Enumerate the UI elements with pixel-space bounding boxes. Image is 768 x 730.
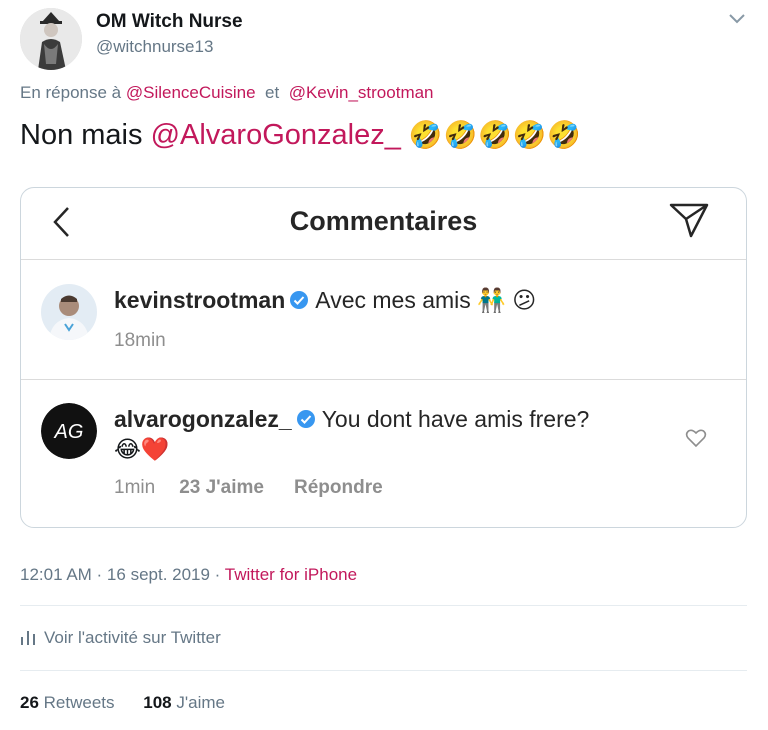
comment-item: kevinstrootman Avec mes amis 👬 😕 18min (21, 260, 746, 380)
tweet-mention[interactable]: @AlvaroGonzalez_ (151, 119, 401, 151)
reply-connector: et (265, 83, 280, 102)
retweets-label: Retweets (43, 693, 115, 712)
bar-chart-icon (21, 631, 35, 645)
tweet-emojis: 🤣🤣🤣🤣🤣 (408, 120, 582, 150)
comment-body: kevinstrootman Avec mes amis 👬 😕 (114, 287, 536, 314)
avatar-monogram: AG (54, 421, 84, 443)
commenter-avatar: AG (41, 403, 97, 459)
comments-header: Commentaires (21, 188, 746, 260)
reply-mention-silencecuisine[interactable]: @SilenceCuisine (126, 83, 256, 102)
likes-count: 108 (143, 693, 172, 712)
comment-username: alvarogonzalez_ (114, 406, 292, 432)
comment-item: AG alvarogonzalez_ You dont have amis fr… (21, 380, 746, 527)
activity-label: Voir l'activité sur Twitter (44, 628, 221, 647)
comment-reply-link: Répondre (294, 477, 383, 498)
comment-text: You dont have amis frere? (321, 406, 590, 432)
retweets-count: 26 (20, 693, 39, 712)
tweet: OM Witch Nurse @witchnurse13 En réponse … (0, 0, 768, 730)
comment-time: 18min (114, 330, 166, 351)
comment-meta: 18min (114, 330, 166, 352)
reply-prefix: En réponse à (20, 83, 122, 102)
retweets-stat[interactable]: 26 Retweets (20, 693, 115, 712)
tweet-source[interactable]: Twitter for iPhone (225, 565, 357, 584)
comment-time: 1min (114, 477, 156, 498)
timestamp-text[interactable]: 12:01 AM · 16 sept. 2019 · (20, 565, 220, 584)
author-handle[interactable]: @witchnurse13 (96, 37, 213, 57)
view-activity-link[interactable]: Voir l'activité sur Twitter (20, 628, 221, 648)
chevron-down-icon[interactable] (727, 12, 747, 26)
author-name[interactable]: OM Witch Nurse (96, 11, 243, 33)
comment-body: alvarogonzalez_ You dont have amis frere… (114, 406, 589, 433)
divider (20, 670, 747, 671)
comment-username: kevinstrootman (114, 287, 286, 313)
divider (20, 605, 747, 606)
send-icon (669, 203, 709, 238)
heart-icon (685, 429, 707, 448)
comment-likes: 23 J'aime (179, 477, 264, 498)
embedded-screenshot-card[interactable]: Commentaires kevinstrootman Avec mes ami… (20, 187, 747, 528)
comment-meta: 1min 23 J'aime Répondre (114, 477, 383, 499)
likes-label: J'aime (176, 693, 225, 712)
author-avatar[interactable] (20, 8, 82, 70)
comment-emojis: 👬 😕 (477, 287, 537, 313)
reply-mention-kevin[interactable]: @Kevin_strootman (289, 83, 434, 102)
tweet-stats: 26 Retweets 108 J'aime (20, 693, 225, 713)
tweet-text-prefix: Non mais (20, 119, 143, 151)
verified-badge-icon (296, 410, 315, 428)
likes-stat[interactable]: 108 J'aime (143, 693, 225, 712)
verified-badge-icon (290, 291, 309, 309)
tweet-text: Non mais @AlvaroGonzalez_ 🤣🤣🤣🤣🤣 (20, 119, 582, 152)
commenter-avatar (41, 284, 97, 340)
comment-emojis: 😂❤️ (114, 436, 170, 462)
tweet-timestamp: 12:01 AM · 16 sept. 2019 · Twitter for i… (20, 565, 357, 585)
comment-text: Avec mes amis (315, 287, 471, 313)
reply-context: En réponse à @SilenceCuisine et @Kevin_s… (20, 83, 434, 103)
comments-title: Commentaires (289, 206, 478, 236)
